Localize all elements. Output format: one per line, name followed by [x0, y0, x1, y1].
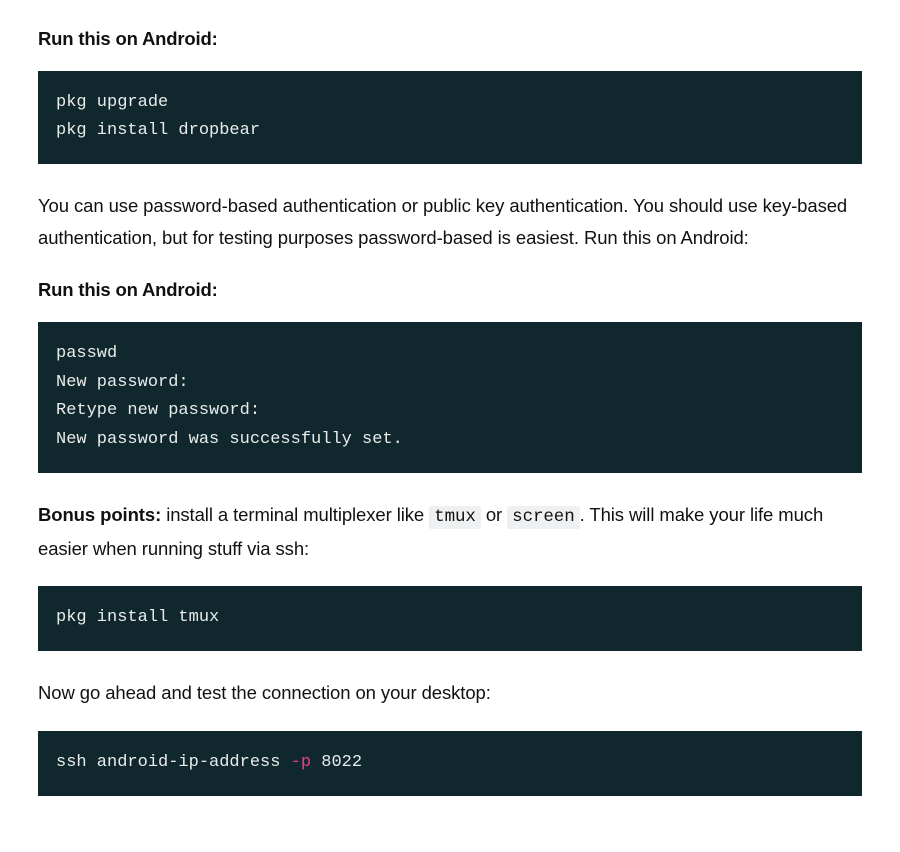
paragraph-auth-explain: You can use password-based authenticatio… [38, 190, 862, 253]
paragraph-bonus-points: Bonus points: install a terminal multipl… [38, 499, 862, 564]
paragraph-text: or [481, 504, 507, 525]
code-line: Retype new password: [56, 401, 260, 420]
code-block-passwd[interactable]: passwd New password: Retype new password… [38, 322, 862, 474]
paragraph-text: You can use password-based authenticatio… [38, 195, 847, 247]
paragraph-text: install a terminal multiplexer like [161, 504, 429, 525]
code-block-ssh[interactable]: ssh android-ip-address -p 8022 [38, 731, 862, 796]
heading-run-android-2: Run this on Android: [38, 275, 862, 306]
paragraph-test-connection: Now go ahead and test the connection on … [38, 677, 862, 708]
code-text: 8022 [311, 753, 362, 772]
code-block-install-tmux[interactable]: pkg install tmux [38, 586, 862, 651]
code-line: pkg upgrade [56, 93, 168, 112]
heading-text: Run this on Android: [38, 279, 218, 300]
heading-text: Run this on Android: [38, 28, 218, 49]
bonus-label: Bonus points: [38, 504, 161, 525]
code-line: New password: [56, 373, 189, 392]
inline-code-screen: screen [507, 506, 579, 529]
code-line: pkg install tmux [56, 608, 219, 627]
code-text: ssh android-ip-address [56, 753, 291, 772]
code-line: pkg install dropbear [56, 121, 260, 140]
code-flag: -p [291, 753, 311, 772]
code-block-pkg-install[interactable]: pkg upgrade pkg install dropbear [38, 71, 862, 165]
paragraph-text: Now go ahead and test the connection on … [38, 682, 491, 703]
code-line: passwd [56, 344, 117, 363]
code-line: New password was successfully set. [56, 430, 403, 449]
inline-code-tmux: tmux [429, 506, 481, 529]
heading-run-android-1: Run this on Android: [38, 24, 862, 55]
